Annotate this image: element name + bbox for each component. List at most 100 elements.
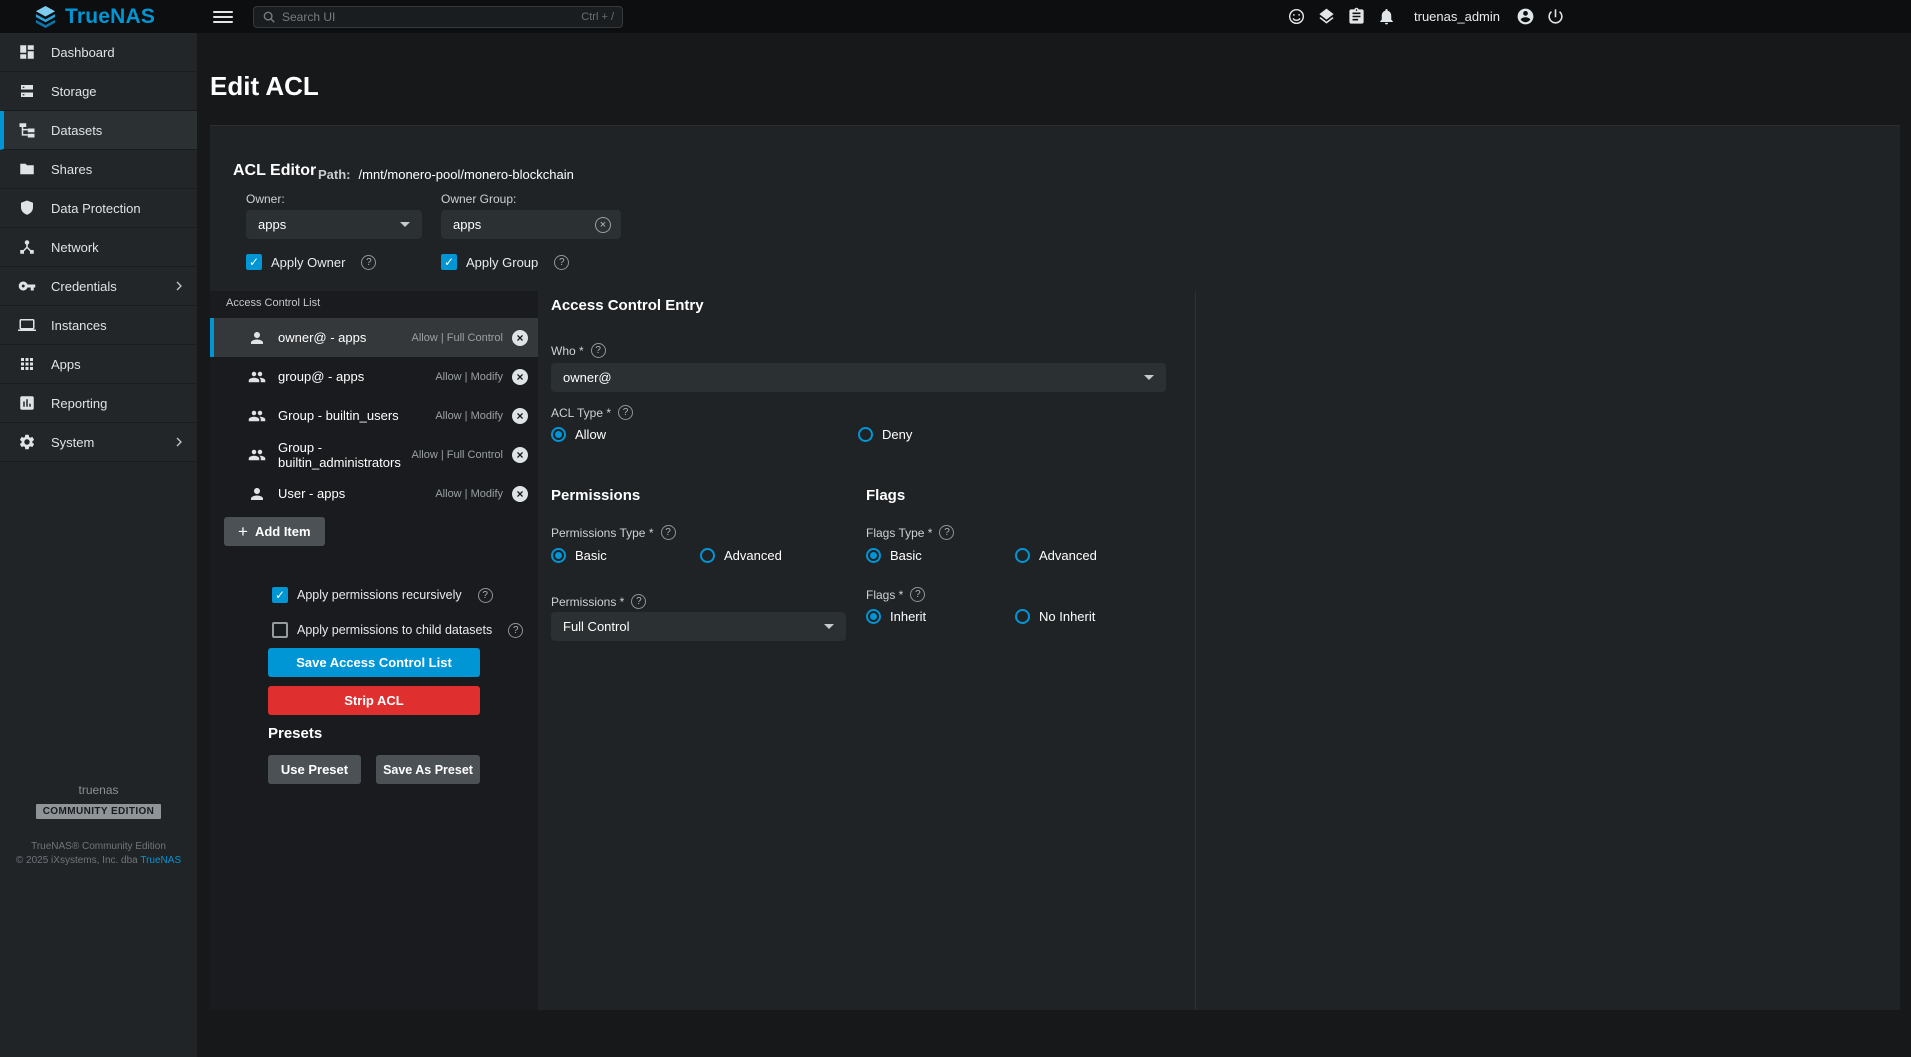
- search-input[interactable]: [282, 10, 575, 24]
- menu-icon[interactable]: [213, 7, 233, 27]
- recursive-checkbox[interactable]: ✓ Apply permissions recursively ?: [272, 587, 493, 603]
- ace-meta: Allow | Full Control: [412, 449, 504, 461]
- sidebar-item-instances[interactable]: Instances: [0, 306, 197, 345]
- radio-icon: [1015, 548, 1030, 563]
- radio-no-inherit[interactable]: No Inherit: [1015, 609, 1095, 624]
- remove-ace-icon[interactable]: ×: [512, 447, 528, 463]
- radio-permissions-basic[interactable]: Basic: [551, 548, 607, 563]
- owner-group-field: ×: [441, 210, 621, 239]
- who-select[interactable]: owner@: [551, 363, 1166, 392]
- radio-flags-advanced[interactable]: Advanced: [1015, 548, 1097, 563]
- truecommand-icon[interactable]: [1317, 7, 1336, 26]
- help-icon[interactable]: ?: [478, 588, 493, 603]
- feedback-icon[interactable]: [1287, 7, 1306, 26]
- child-datasets-checkbox[interactable]: Apply permissions to child datasets ?: [272, 622, 523, 638]
- help-icon[interactable]: ?: [661, 525, 676, 540]
- list-item[interactable]: owner@ - apps Allow | Full Control ×: [210, 318, 538, 357]
- radio-deny[interactable]: Deny: [858, 427, 912, 442]
- sidebar-item-system[interactable]: System: [0, 423, 197, 462]
- remove-ace-icon[interactable]: ×: [512, 486, 528, 502]
- help-icon[interactable]: ?: [910, 587, 925, 602]
- list-item[interactable]: group@ - apps Allow | Modify ×: [210, 357, 538, 396]
- sidebar-item-network[interactable]: Network: [0, 228, 197, 267]
- ace-name: owner@ - apps: [278, 330, 366, 345]
- sidebar-item-dashboard[interactable]: Dashboard: [0, 33, 197, 72]
- help-icon[interactable]: ?: [361, 255, 376, 270]
- apply-group-checkbox[interactable]: ✓ Apply Group ?: [441, 254, 569, 270]
- remove-ace-icon[interactable]: ×: [512, 330, 528, 346]
- apply-group-label: Apply Group: [466, 255, 538, 270]
- help-icon[interactable]: ?: [591, 343, 606, 358]
- sidebar-item-credentials[interactable]: Credentials: [0, 267, 197, 306]
- strip-acl-button[interactable]: Strip ACL: [268, 686, 480, 715]
- help-icon[interactable]: ?: [508, 623, 523, 638]
- help-icon[interactable]: ?: [631, 594, 646, 609]
- chevron-down-icon: [824, 624, 834, 629]
- datasets-icon: [18, 121, 36, 139]
- username[interactable]: truenas_admin: [1414, 9, 1500, 24]
- acl-type-label: ACL Type * ?: [551, 405, 633, 420]
- save-acl-button[interactable]: Save Access Control List: [268, 648, 480, 677]
- jobs-icon[interactable]: [1347, 7, 1366, 26]
- radio-icon: [700, 548, 715, 563]
- power-icon[interactable]: [1546, 7, 1565, 26]
- sidebar: Dashboard Storage Datasets Shares Data P…: [0, 33, 197, 1057]
- who-select-value: owner@: [563, 370, 612, 385]
- sidebar-item-data-protection[interactable]: Data Protection: [0, 189, 197, 228]
- group-icon: [248, 446, 266, 464]
- owner-select[interactable]: apps: [246, 210, 422, 239]
- list-item[interactable]: Group - builtin_users Allow | Modify ×: [210, 396, 538, 435]
- reporting-icon: [18, 394, 36, 412]
- ace-name: Group - builtin_users: [278, 408, 399, 423]
- remove-ace-icon[interactable]: ×: [512, 369, 528, 385]
- radio-inherit[interactable]: Inherit: [866, 609, 926, 624]
- save-as-preset-button[interactable]: Save As Preset: [376, 755, 480, 784]
- sidebar-item-apps[interactable]: Apps: [0, 345, 197, 384]
- permissions-heading: Permissions: [551, 487, 640, 504]
- sidebar-item-datasets[interactable]: Datasets: [0, 111, 197, 150]
- notifications-icon[interactable]: [1377, 7, 1396, 26]
- radio-icon: [866, 548, 881, 563]
- acl-list: owner@ - apps Allow | Full Control × gro…: [210, 318, 538, 513]
- sidebar-item-reporting[interactable]: Reporting: [0, 384, 197, 423]
- list-item[interactable]: Group - builtin_administrators Allow | F…: [210, 435, 538, 474]
- list-item[interactable]: User - apps Allow | Modify ×: [210, 474, 538, 513]
- sidebar-item-label: Shares: [51, 162, 197, 177]
- permissions-select[interactable]: Full Control: [551, 612, 846, 641]
- truenas-logo[interactable]: TrueNAS: [0, 5, 197, 29]
- user-icon: [248, 329, 266, 347]
- plus-icon: +: [238, 522, 248, 542]
- add-item-label: Add Item: [255, 524, 311, 539]
- acl-editor-heading: ACL Editor: [233, 162, 316, 180]
- use-preset-button[interactable]: Use Preset: [268, 755, 361, 784]
- clear-icon[interactable]: ×: [595, 217, 611, 233]
- radio-permissions-advanced[interactable]: Advanced: [700, 548, 782, 563]
- add-item-button[interactable]: + Add Item: [224, 517, 325, 546]
- account-icon[interactable]: [1516, 7, 1535, 26]
- path-value: /mnt/monero-pool/monero-blockchain: [359, 167, 574, 182]
- ace-name: Group - builtin_administrators: [278, 440, 412, 470]
- radio-allow[interactable]: Allow: [551, 427, 606, 442]
- data-protection-icon: [18, 199, 36, 217]
- apply-owner-checkbox[interactable]: ✓ Apply Owner ?: [246, 254, 376, 270]
- permissions-type-label: Permissions Type * ?: [551, 525, 676, 540]
- owner-group-label: Owner Group:: [441, 192, 516, 206]
- sidebar-item-storage[interactable]: Storage: [0, 72, 197, 111]
- remove-ace-icon[interactable]: ×: [512, 408, 528, 424]
- topbar: TrueNAS Ctrl + /: [0, 0, 1911, 33]
- sidebar-item-label: Datasets: [51, 123, 197, 138]
- sidebar-item-shares[interactable]: Shares: [0, 150, 197, 189]
- radio-icon: [866, 609, 881, 624]
- copyright-link[interactable]: TrueNAS: [140, 855, 181, 866]
- help-icon[interactable]: ?: [554, 255, 569, 270]
- sidebar-item-label: Reporting: [51, 396, 197, 411]
- owner-group-input[interactable]: [453, 217, 595, 232]
- search-shortcut: Ctrl + /: [581, 11, 614, 23]
- radio-flags-basic[interactable]: Basic: [866, 548, 922, 563]
- search-box[interactable]: Ctrl + /: [253, 6, 623, 28]
- radio-icon: [551, 548, 566, 563]
- help-icon[interactable]: ?: [939, 525, 954, 540]
- group-icon: [248, 407, 266, 425]
- help-icon[interactable]: ?: [618, 405, 633, 420]
- flags-label: Flags * ?: [866, 587, 925, 602]
